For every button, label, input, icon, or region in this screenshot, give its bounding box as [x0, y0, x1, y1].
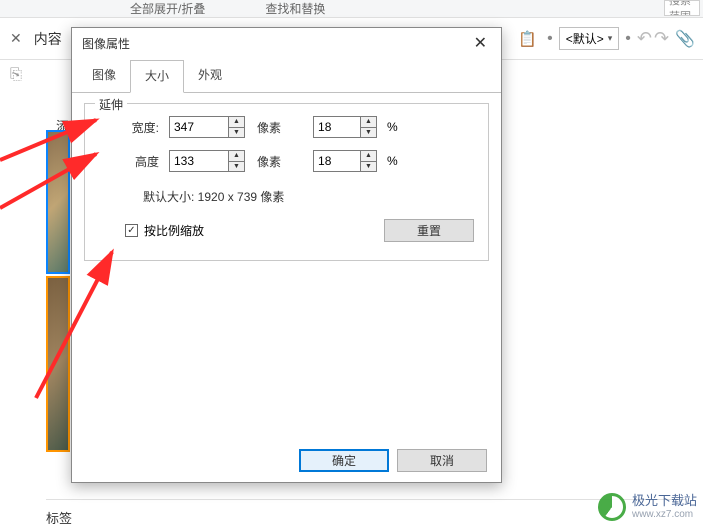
image-properties-dialog: 图像属性 ✕ 图像 大小 外观 延伸 宽度: ▲▼ 像素 ▲▼ % — [71, 27, 502, 483]
cancel-button[interactable]: 取消 — [397, 449, 487, 472]
width-pct-input[interactable] — [314, 117, 360, 137]
width-px-input[interactable] — [170, 117, 228, 137]
dot: • — [547, 30, 553, 48]
copy-icon[interactable]: ⎘ — [10, 66, 22, 83]
unit-px: 像素 — [257, 119, 281, 136]
content-tab-label[interactable]: 内容 — [34, 29, 62, 49]
redo-icon[interactable]: ↷ — [654, 28, 669, 49]
default-select[interactable]: <默认> ▾ — [559, 27, 620, 50]
toolbar-expand[interactable]: 全部展开/折叠 — [130, 0, 205, 17]
image-thumbnails — [46, 130, 70, 454]
dialog-titlebar: 图像属性 ✕ — [72, 28, 501, 58]
width-label: 宽度: — [99, 119, 159, 136]
spin-up-icon[interactable]: ▲ — [361, 151, 376, 162]
scale-label: 按比例缩放 — [144, 222, 204, 239]
undo-icon[interactable]: ↶ — [637, 28, 652, 49]
paste-icon[interactable]: 📋 — [518, 30, 537, 48]
attachment-icon[interactable]: 📎 — [675, 29, 695, 49]
height-px-input[interactable] — [170, 151, 228, 171]
bg-toolbar: 全部展开/折叠 查找和替换 — [0, 0, 703, 18]
spin-down-icon[interactable]: ▼ — [229, 162, 244, 172]
watermark-name: 极光下载站 — [632, 494, 697, 508]
dialog-title: 图像属性 — [82, 35, 130, 52]
height-pct-input[interactable] — [314, 151, 360, 171]
default-select-label: <默认> — [566, 30, 604, 47]
watermark-logo-icon — [598, 493, 626, 521]
tab-size[interactable]: 大小 — [130, 60, 184, 93]
toolbar-findreplace[interactable]: 查找和替换 — [265, 0, 325, 17]
watermark-url: www.xz7.com — [632, 509, 697, 520]
scale-proportionally-checkbox[interactable]: ✓ 按比例缩放 — [125, 222, 204, 239]
spin-up-icon[interactable]: ▲ — [229, 117, 244, 128]
spin-up-icon[interactable]: ▲ — [361, 117, 376, 128]
unit-pct: % — [387, 154, 398, 168]
image-thumb-1[interactable] — [46, 130, 70, 274]
width-px-spinner[interactable]: ▲▼ — [169, 116, 245, 138]
bottom-tag-label: 标签 — [46, 499, 686, 527]
search-box[interactable]: 搜索范围 — [664, 0, 700, 16]
dot2: • — [625, 30, 631, 48]
stretch-fieldset: 延伸 宽度: ▲▼ 像素 ▲▼ % 高度 ▲▼ — [84, 103, 489, 261]
height-pct-spinner[interactable]: ▲▼ — [313, 150, 377, 172]
ok-button[interactable]: 确定 — [299, 449, 389, 472]
chevron-down-icon: ▾ — [608, 33, 613, 44]
height-label: 高度 — [99, 153, 159, 170]
spin-down-icon[interactable]: ▼ — [229, 128, 244, 138]
dialog-tabs: 图像 大小 外观 — [72, 58, 501, 93]
default-size-text: 默认大小: 1920 x 739 像素 — [99, 188, 474, 205]
reset-button[interactable]: 重置 — [384, 219, 474, 242]
height-px-spinner[interactable]: ▲▼ — [169, 150, 245, 172]
tab-appearance[interactable]: 外观 — [184, 60, 236, 92]
close-icon[interactable]: ✕ — [10, 30, 22, 47]
spin-up-icon[interactable]: ▲ — [229, 151, 244, 162]
close-icon[interactable]: ✕ — [470, 33, 491, 53]
watermark: 极光下载站 www.xz7.com — [598, 493, 697, 521]
spin-down-icon[interactable]: ▼ — [361, 162, 376, 172]
unit-pct: % — [387, 120, 398, 134]
tab-image[interactable]: 图像 — [78, 60, 130, 92]
spin-down-icon[interactable]: ▼ — [361, 128, 376, 138]
unit-px: 像素 — [257, 153, 281, 170]
checkbox-icon: ✓ — [125, 224, 138, 237]
image-thumb-2[interactable] — [46, 276, 70, 452]
dialog-footer: 确定 取消 — [72, 438, 501, 482]
width-pct-spinner[interactable]: ▲▼ — [313, 116, 377, 138]
fieldset-legend: 延伸 — [95, 96, 127, 113]
